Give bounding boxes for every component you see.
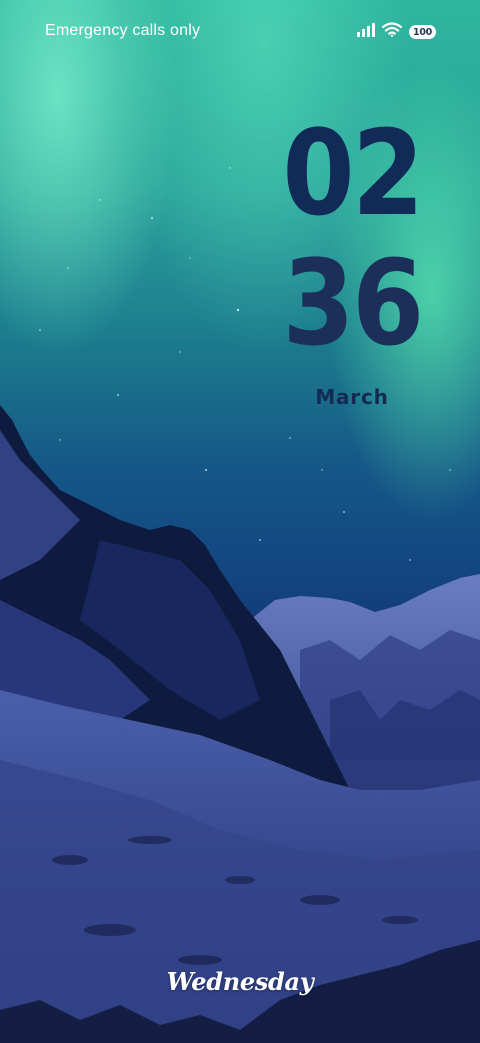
date-month: March: [315, 385, 389, 409]
status-bar: Emergency calls only 100: [0, 0, 480, 64]
date-weekday: Wednesday: [166, 967, 314, 996]
lock-clock: 02 36: [272, 108, 432, 368]
carrier-status-text: Emergency calls only: [45, 22, 201, 39]
wifi-icon: [381, 22, 403, 42]
signal-icon: [357, 22, 375, 42]
lock-screen: Emergency calls only 100 02 36 March Wed…: [0, 0, 480, 1043]
battery-level: 100: [413, 26, 432, 38]
battery-icon: 100: [409, 25, 436, 39]
status-icons: 100: [357, 22, 436, 42]
clock-minute: 36: [282, 234, 424, 372]
clock-hour: 02: [282, 104, 424, 242]
